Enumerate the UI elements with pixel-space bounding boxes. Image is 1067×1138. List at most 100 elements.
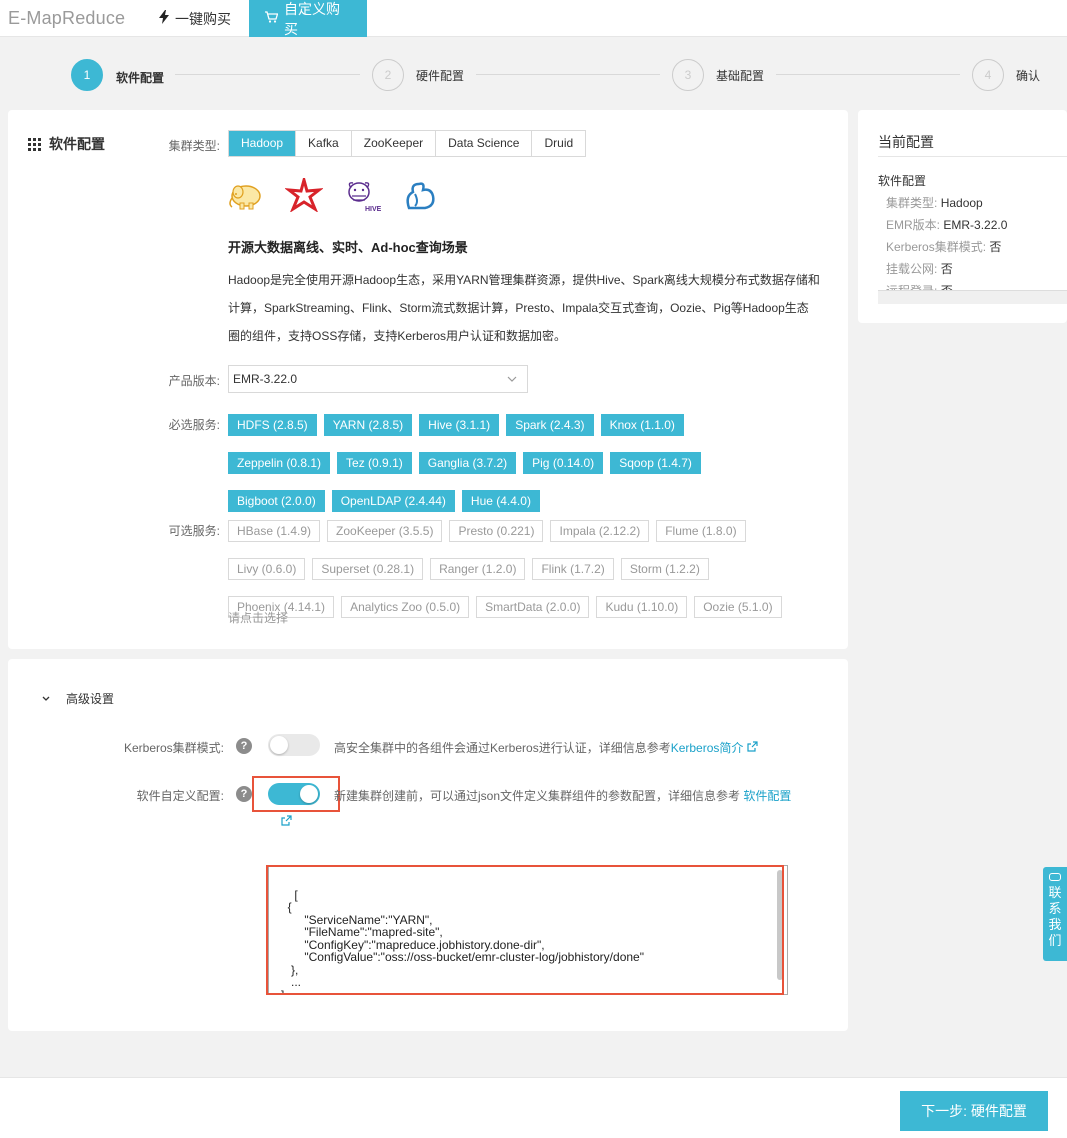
required-service-tag: OpenLDAP (2.4.44) [331, 490, 455, 512]
advanced-settings-card: 高级设置 Kerberos集群模式: ? 高安全集群中的各组件会通过Kerber… [8, 659, 848, 1031]
software-config-card: 软件配置 集群类型: Hadoop Kafka ZooKeeper Data S… [8, 110, 848, 649]
software-section-title: 软件配置 [28, 134, 105, 154]
contact-us-tab[interactable]: 联 系 我 们 [1043, 867, 1067, 961]
optional-service-tag[interactable]: SmartData (2.0.0) [476, 596, 590, 618]
current-config-title: 当前配置 [878, 134, 934, 150]
current-software-subtitle: 软件配置 [878, 174, 927, 188]
hive-bee-icon: HIVE [348, 182, 381, 212]
required-service-tag: Spark (2.4.3) [506, 414, 594, 436]
cluster-type-label: 集群类型: [168, 139, 220, 153]
step-1-circle: 1 [71, 59, 103, 91]
cluster-headline: 开源大数据离线、实时、Ad-hoc查询场景 [228, 240, 468, 255]
step-connector [476, 74, 660, 75]
version-value: EMR-3.22.0 [233, 372, 298, 386]
divider [878, 156, 1067, 157]
optional-service-tag[interactable]: Flume (1.8.0) [656, 520, 746, 542]
version-label: 产品版本: [168, 374, 220, 388]
hadoop-elephant-icon [229, 185, 261, 210]
external-link-icon[interactable] [281, 815, 292, 829]
step-connector [175, 74, 360, 75]
optional-service-tag[interactable]: Ranger (1.2.0) [430, 558, 526, 580]
hue-squirrel-icon [406, 182, 435, 210]
cluster-type-druid[interactable]: Druid [532, 131, 586, 156]
step-3-label: 基础配置 [716, 69, 765, 83]
external-link-icon[interactable] [747, 741, 758, 755]
step-1-label: 软件配置 [116, 71, 165, 85]
current-config-row: EMR版本: EMR-3.22.0 [886, 218, 1008, 232]
current-config-panel: 当前配置 软件配置 集群类型: Hadoop EMR版本: EMR-3.22.0… [858, 110, 1067, 323]
step-connector [776, 74, 960, 75]
required-service-tag: Bigboot (2.0.0) [228, 490, 325, 512]
software-config-link[interactable]: 软件配置 [743, 789, 791, 803]
optional-service-tag[interactable]: Kudu (1.10.0) [596, 596, 688, 618]
required-service-tag: HDFS (2.8.5) [228, 414, 317, 436]
required-service-tag: Hue (4.4.0) [461, 490, 540, 512]
optional-service-tag[interactable]: Impala (2.12.2) [550, 520, 650, 542]
cluster-description: Hadoop是完全使用开源Hadoop生态，采用YARN管理集群资源，提供Hiv… [228, 273, 820, 343]
required-service-tag: Zeppelin (0.8.1) [228, 452, 331, 474]
top-bar: E-MapReduce 一键购买 自定义购买 [0, 0, 1067, 37]
component-logos: HIVE [227, 178, 439, 212]
kerberos-description: 高安全集群中的各组件会通过Kerberos进行认证，详细信息参考Kerberos… [334, 739, 758, 756]
step-4-label: 确认 [1016, 69, 1041, 83]
version-select[interactable]: EMR-3.22.0 [228, 365, 528, 393]
required-services-label: 必选服务: [168, 418, 220, 432]
lightning-icon [159, 10, 169, 27]
cart-icon [265, 11, 279, 26]
custom-config-label: 软件自定义配置: [136, 789, 224, 803]
optional-services-list: HBase (1.4.9) ZooKeeper (3.5.5) Presto (… [228, 520, 838, 618]
kerberos-switch[interactable] [268, 734, 320, 756]
help-icon[interactable]: ? [236, 738, 252, 754]
cluster-type-kafka[interactable]: Kafka [296, 131, 352, 156]
required-service-tag: Sqoop (1.4.7) [610, 452, 701, 474]
chevron-down-icon [42, 694, 50, 704]
kerberos-label: Kerberos集群模式: [123, 741, 224, 755]
optional-service-tag[interactable]: Livy (0.6.0) [228, 558, 306, 580]
required-service-tag: Ganglia (3.7.2) [418, 452, 517, 474]
next-step-button[interactable]: 下一步: 硬件配置 [900, 1091, 1048, 1131]
horizontal-scrollbar[interactable] [878, 290, 1067, 304]
custom-buy-tab[interactable]: 自定义购买 [249, 0, 367, 37]
optional-service-tag[interactable]: Analytics Zoo (0.5.0) [341, 596, 470, 618]
help-icon[interactable]: ? [236, 786, 252, 802]
kerberos-intro-link[interactable]: Kerberos简介 [671, 741, 744, 755]
required-service-tag: YARN (2.8.5) [323, 414, 413, 436]
cluster-type-zookeeper[interactable]: ZooKeeper [351, 131, 437, 156]
current-config-row: Kerberos集群模式: 否 [886, 240, 1002, 254]
optional-service-tag[interactable]: Presto (0.221) [449, 520, 544, 542]
quick-buy-label: 一键购买 [175, 10, 231, 27]
optional-service-tag[interactable]: Oozie (5.1.0) [694, 596, 782, 618]
custom-config-description: 新建集群创建前，可以通过json文件定义集群组件的参数配置，详细信息参考 软件配… [334, 789, 792, 803]
advanced-settings-toggle[interactable]: 高级设置 [42, 690, 114, 707]
optional-service-tag[interactable]: Superset (0.28.1) [312, 558, 424, 580]
chat-icon [1049, 873, 1061, 881]
optional-service-tag[interactable]: ZooKeeper (3.5.5) [327, 520, 443, 542]
current-config-row: 挂载公网: 否 [886, 262, 953, 276]
cluster-type-selector: Hadoop Kafka ZooKeeper Data Science Drui… [228, 130, 587, 157]
step-3-circle: 3 [672, 59, 704, 91]
custom-config-switch[interactable] [268, 783, 320, 805]
required-service-tag: Knox (1.1.0) [600, 414, 684, 436]
optional-hint: 请点击选择 [228, 611, 289, 625]
cluster-type-data-science[interactable]: Data Science [436, 131, 533, 156]
spark-star-icon [285, 178, 323, 212]
chevron-down-icon [507, 366, 517, 403]
grid-icon [28, 137, 41, 151]
advanced-settings-title: 高级设置 [66, 692, 115, 706]
optional-service-tag[interactable]: Storm (1.2.2) [620, 558, 709, 580]
current-config-row: 集群类型: Hadoop [886, 196, 983, 210]
svg-text:HIVE: HIVE [365, 206, 381, 212]
brand-logo: E-MapReduce [8, 8, 126, 28]
required-service-tag: Hive (3.1.1) [419, 414, 500, 436]
step-2-circle: 2 [372, 59, 404, 91]
bottom-bar: 下一步: 硬件配置 [0, 1077, 1067, 1138]
step-4-circle: 4 [972, 59, 1004, 91]
step-progress: 1 软件配置 2 硬件配置 3 基础配置 4 确认 [0, 38, 1067, 110]
required-services-list: HDFS (2.8.5) YARN (2.8.5) Hive (3.1.1) S… [228, 414, 838, 512]
optional-services-label: 可选服务: [168, 524, 220, 538]
cluster-type-hadoop[interactable]: Hadoop [229, 131, 297, 156]
quick-buy-tab[interactable]: 一键购买 [143, 0, 247, 37]
optional-service-tag[interactable]: HBase (1.4.9) [228, 520, 321, 542]
custom-buy-label: 自定义购买 [284, 0, 340, 37]
optional-service-tag[interactable]: Flink (1.7.2) [532, 558, 614, 580]
